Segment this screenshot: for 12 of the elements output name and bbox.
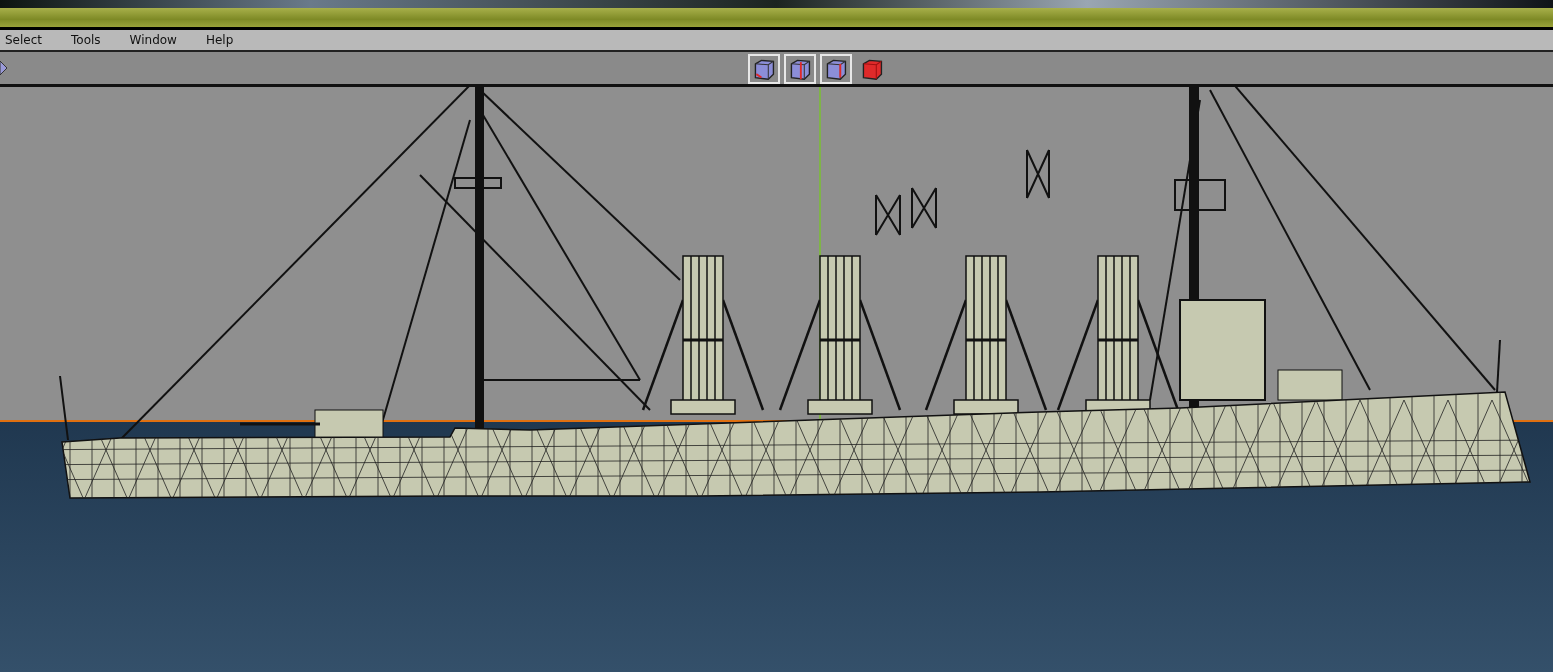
cube-icon	[788, 57, 812, 81]
menu-item[interactable]: Tools	[66, 33, 106, 47]
view-mode-button[interactable]	[748, 54, 780, 84]
cube-icon	[824, 57, 848, 81]
menu-item[interactable]: Window	[124, 33, 182, 47]
cube-icon	[752, 57, 776, 81]
arrow-icon[interactable]	[0, 61, 7, 75]
view-mode-button[interactable]	[784, 54, 816, 84]
menu-item[interactable]: Select	[0, 33, 48, 47]
cube-icon	[860, 57, 884, 81]
view-mode-button[interactable]	[820, 54, 852, 84]
menu-item[interactable]: Help	[200, 33, 239, 47]
